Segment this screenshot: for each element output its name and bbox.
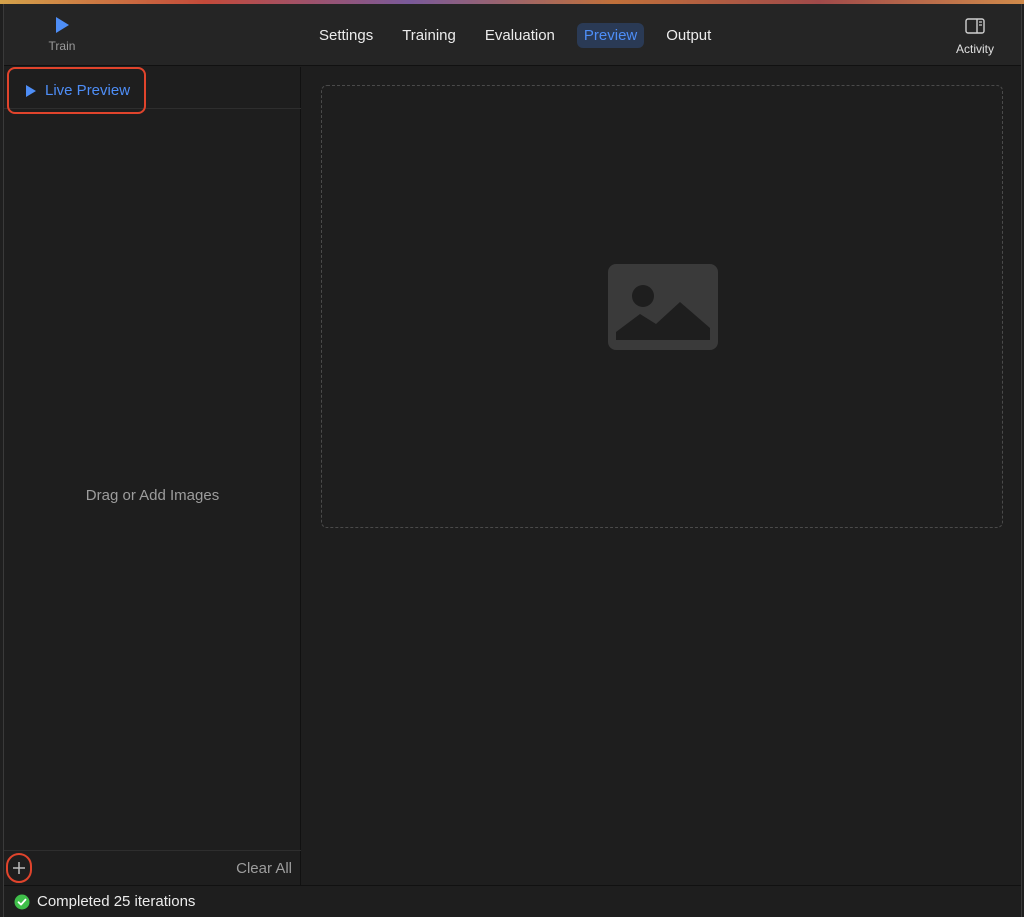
- tab-evaluation[interactable]: Evaluation: [478, 23, 562, 48]
- image-drop-zone[interactable]: [321, 85, 1003, 528]
- status-bar: Completed 25 iterations: [4, 885, 1021, 917]
- live-preview-label: Live Preview: [45, 82, 131, 99]
- add-image-button[interactable]: [6, 853, 32, 883]
- clear-all-button[interactable]: Clear All: [236, 860, 292, 877]
- checkmark-circle-icon: [14, 894, 30, 909]
- tab-settings[interactable]: Settings: [312, 23, 380, 48]
- sidebar-panel-icon: [965, 18, 985, 34]
- activity-button[interactable]: Activity: [949, 18, 1001, 64]
- tab-training[interactable]: Training: [395, 23, 463, 48]
- app-window: Train Settings Training Evaluation Previ…: [3, 4, 1022, 917]
- tab-bar: Settings Training Evaluation Preview Out…: [312, 22, 733, 48]
- live-preview-button[interactable]: Live Preview: [7, 67, 146, 114]
- train-label: Train: [48, 39, 76, 53]
- preview-area: [302, 67, 1021, 885]
- tab-output[interactable]: Output: [659, 23, 718, 48]
- train-button[interactable]: Train: [40, 16, 84, 62]
- image-placeholder-icon: [608, 264, 718, 350]
- play-icon: [26, 84, 36, 97]
- play-icon: [56, 17, 69, 33]
- tab-preview[interactable]: Preview: [576, 22, 645, 48]
- drag-hint: Drag or Add Images: [85, 487, 220, 504]
- activity-label: Activity: [955, 42, 994, 56]
- toolbar: Train Settings Training Evaluation Previ…: [4, 4, 1021, 66]
- sidebar-footer-divider: [4, 850, 301, 851]
- status-text: Completed 25 iterations: [37, 893, 196, 910]
- sidebar: Live Preview Drag or Add Images Clear Al…: [4, 67, 301, 885]
- plus-icon: [13, 862, 25, 874]
